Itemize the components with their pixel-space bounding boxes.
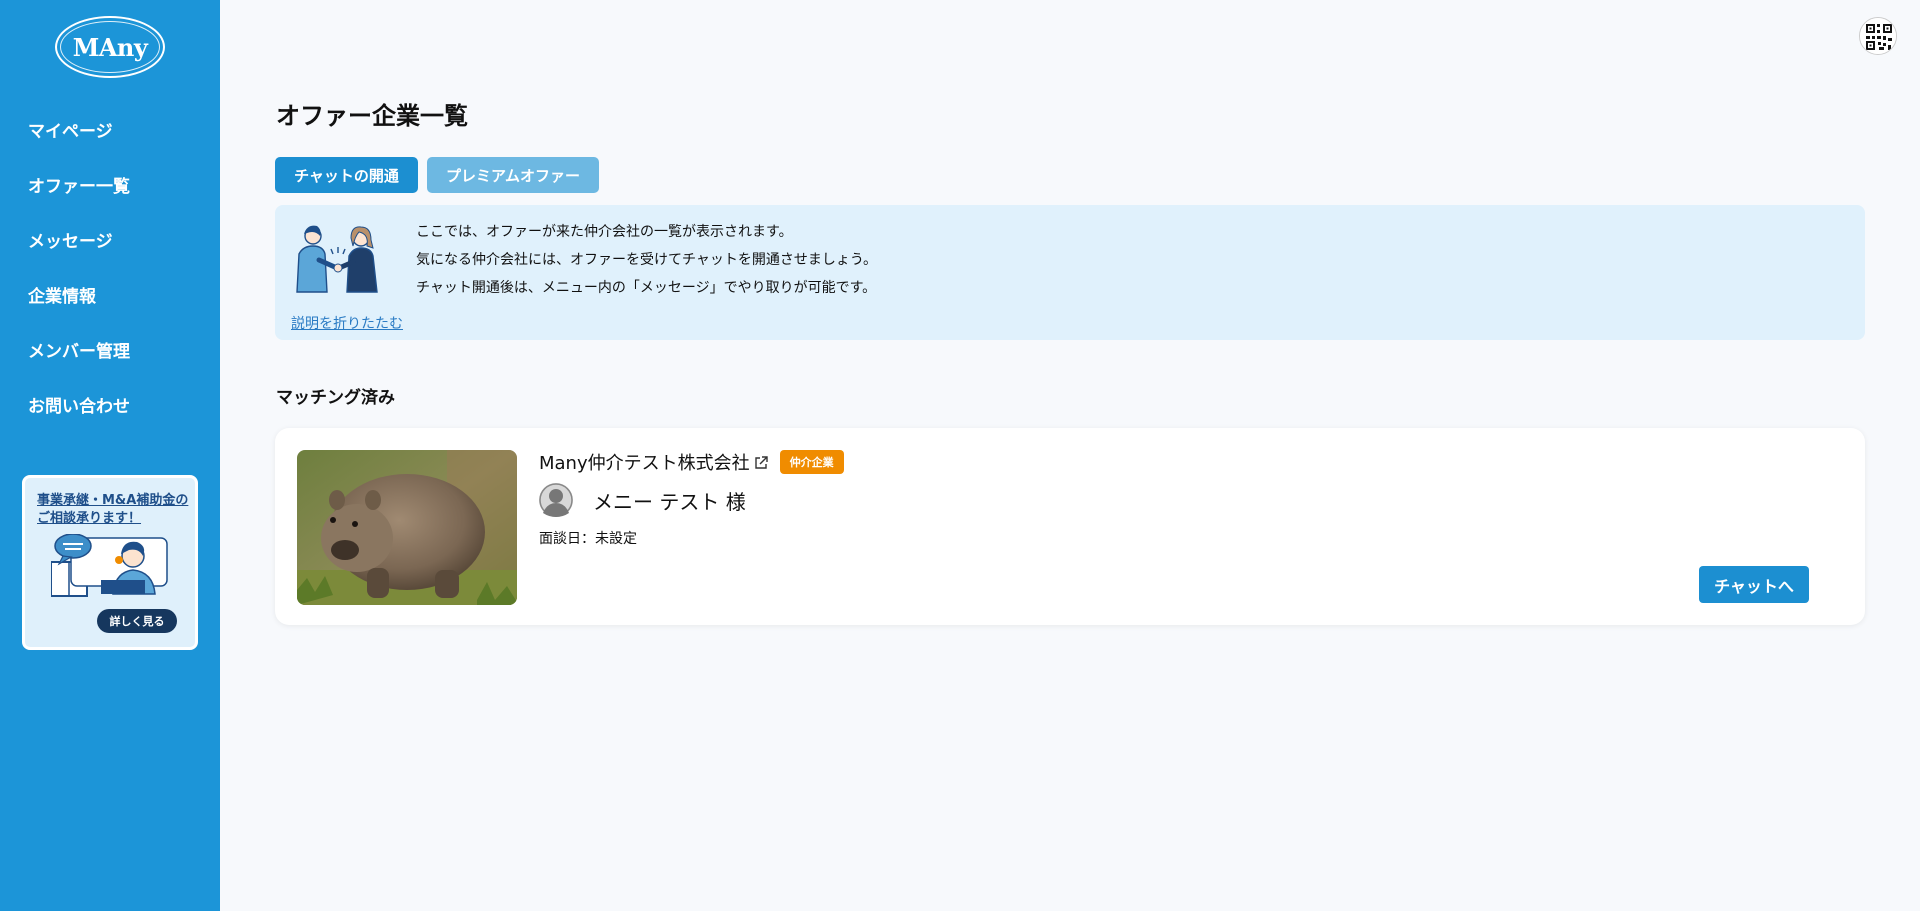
collapse-description-link[interactable]: 説明を折りたたむ [291,313,403,333]
person-row: メニー テスト 様 [539,483,746,517]
many-logo[interactable]: MAny [55,16,165,78]
sidebar-item-members[interactable]: メンバー管理 [28,322,130,377]
tab-chat-opening[interactable]: チャットの開通 [275,157,418,193]
banner-details-button[interactable]: 詳しく見る [97,609,177,633]
company-name-link[interactable]: Many仲介テスト株式会社 [539,449,750,475]
sidebar-item-company-info[interactable]: 企業情報 [28,267,130,322]
sidebar: MAny マイページ オファー一覧 メッセージ 企業情報 メンバー管理 お問い合… [0,0,220,911]
sidebar-item-contact[interactable]: お問い合わせ [28,377,130,432]
sidebar-item-offers[interactable]: オファー一覧 [28,157,130,212]
external-link-icon[interactable] [754,456,768,470]
company-photo [297,450,517,605]
info-text: ここでは、オファーが来た仲介会社の一覧が表示されます。 気になる仲介会社には、オ… [416,218,877,302]
company-row: Many仲介テスト株式会社 仲介企業 [539,449,844,475]
offer-card: Many仲介テスト株式会社 仲介企業 メニー テスト 様 面談日：未設定 チャッ… [275,428,1865,625]
sidebar-item-mypage[interactable]: マイページ [28,102,130,157]
qr-code-avatar-icon[interactable] [1859,17,1897,55]
handshake-illustration [296,225,378,293]
sidebar-nav: マイページ オファー一覧 メッセージ 企業情報 メンバー管理 お問い合わせ [28,102,130,432]
user-avatar-icon [539,483,573,517]
page-title: オファー企業一覧 [276,102,468,130]
info-line-1: ここでは、オファーが来た仲介会社の一覧が表示されます。 [416,224,793,240]
broker-badge: 仲介企業 [779,450,844,474]
tab-premium-offer[interactable]: プレミアムオファー [427,157,599,193]
sidebar-item-messages[interactable]: メッセージ [28,212,130,267]
section-title-matched: マッチング済み [276,388,395,408]
person-name: メニー テスト 様 [593,489,746,514]
go-to-chat-button[interactable]: チャットへ [1699,566,1809,603]
info-line-3: チャット開通後は、メニュー内の「メッセージ」でやり取りが可能です。 [416,280,877,296]
banner-title: 事業承継・M&A補助金のご相談承ります！ [37,493,189,526]
info-line-2: 気になる仲介会社には、オファーを受けてチャットを開通させましょう。 [416,252,878,268]
consultant-illustration [51,534,168,597]
subsidy-banner[interactable]: 事業承継・M&A補助金のご相談承ります！ 詳しく見る [22,475,198,650]
meeting-date: 面談日：未設定 [539,531,637,547]
info-box: ここでは、オファーが来た仲介会社の一覧が表示されます。 気になる仲介会社には、オ… [275,205,1865,340]
logo-text: MAny [72,32,148,62]
